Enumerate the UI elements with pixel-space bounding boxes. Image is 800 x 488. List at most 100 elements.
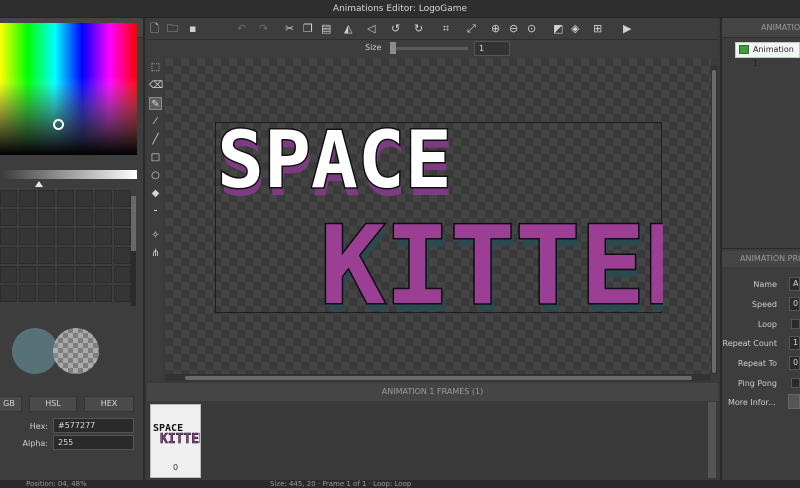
swatch[interactable] [38,190,55,207]
redo-icon[interactable]: ↷ [259,22,268,36]
size-slider-thumb[interactable] [390,42,396,54]
hsl-mode-button[interactable]: HSL [29,396,77,412]
swatch[interactable] [57,190,74,207]
swatch[interactable] [76,228,93,245]
zoom-reset-icon[interactable]: ⊙ [527,22,536,36]
ellipse-icon[interactable]: ○ [149,169,162,182]
magic-wand-icon[interactable]: ✧ [149,229,162,242]
alpha-input[interactable]: 255 [53,435,134,450]
size-input[interactable]: 1 [474,41,510,56]
swatch[interactable] [114,228,131,245]
swatch[interactable] [0,285,17,302]
swatch[interactable] [95,228,112,245]
fill-bucket-icon[interactable]: ◆ [149,187,162,200]
frame-thumbnail[interactable]: SPACE KITTEN 0 [150,404,207,478]
swatch[interactable] [38,266,55,283]
swatch[interactable] [95,266,112,283]
size-slider[interactable] [392,47,468,50]
ping-pong-toggle[interactable] [791,378,800,388]
swatch[interactable] [76,209,93,226]
swatch[interactable] [38,228,55,245]
swatch[interactable] [0,209,17,226]
swatch[interactable] [0,266,17,283]
name-input[interactable]: An [789,277,800,291]
swatch[interactable] [0,228,17,245]
canvas-horizontal-scroll-thumb[interactable] [185,376,692,380]
rotate-right-icon[interactable]: ↻ [414,22,423,36]
swatch[interactable] [57,285,74,302]
new-file-icon[interactable]: 🗋 [150,22,159,36]
swatch[interactable] [38,285,55,302]
swatch[interactable] [95,190,112,207]
brightness-slider[interactable] [0,170,137,179]
loop-toggle[interactable] [791,319,800,329]
flip-horizontal-icon[interactable]: ◭ [344,22,352,36]
swatch[interactable] [76,190,93,207]
paste-icon[interactable]: ▤ [321,22,331,36]
swatch[interactable] [38,209,55,226]
pivot-icon[interactable]: ⋔ [149,247,162,260]
save-icon[interactable]: ▪ [189,22,196,36]
swatch-scrollbar-thumb[interactable] [131,196,136,251]
zoom-in-icon[interactable]: ⊕ [491,22,500,36]
swatch[interactable] [19,285,36,302]
crop-icon[interactable]: ⌗ [443,22,449,36]
pencil-icon[interactable]: ✎ [149,97,162,110]
hex-input[interactable]: #577277 [53,418,134,433]
zoom-out-icon[interactable]: ⊖ [509,22,518,36]
undo-icon[interactable]: ↶ [237,22,246,36]
swatch[interactable] [19,247,36,264]
swatch[interactable] [57,228,74,245]
swatch[interactable] [57,209,74,226]
swatch[interactable] [19,266,36,283]
eyedropper-icon[interactable]: ⁃ [149,205,162,218]
color-picker-handle[interactable] [53,119,64,130]
swatch[interactable] [57,266,74,283]
eraser-icon[interactable]: ⌫ [149,79,163,92]
swatch[interactable] [19,228,36,245]
secondary-color-swatch[interactable] [53,328,99,374]
swatch[interactable] [114,190,131,207]
repeat-count-input[interactable]: 1 [789,336,800,350]
swatch[interactable] [95,247,112,264]
play-icon[interactable]: ▶ [623,22,631,36]
open-folder-icon[interactable]: 🗀 [167,22,178,36]
brush-icon[interactable]: ⁄ [149,115,162,128]
swatch[interactable] [57,247,74,264]
more-info-button[interactable] [788,394,800,409]
rgb-mode-button[interactable]: GB [0,396,22,412]
select-icon[interactable]: ⬚ [149,61,162,74]
rectangle-icon[interactable]: □ [149,151,162,164]
swatch[interactable] [95,285,112,302]
swatch[interactable] [114,209,131,226]
frames-scrollbar[interactable] [708,402,716,478]
flip-vertical-icon[interactable]: ◁ [367,22,375,36]
speed-input[interactable]: 0 [789,297,800,311]
layers-icon[interactable]: ◈ [571,22,579,36]
canvas-vertical-scroll-thumb[interactable] [712,70,716,373]
swatch[interactable] [19,209,36,226]
cut-icon[interactable]: ✂ [285,22,294,36]
swatch[interactable] [0,190,17,207]
swatch[interactable] [95,209,112,226]
rotate-left-icon[interactable]: ↺ [391,22,400,36]
swatch[interactable] [0,247,17,264]
hex-mode-button[interactable]: HEX [84,396,134,412]
swatch[interactable] [114,247,131,264]
color-spectrum[interactable] [0,23,137,155]
export-icon[interactable]: ◩ [553,22,563,36]
swatch[interactable] [76,285,93,302]
repeat-to-input[interactable]: 0 [789,356,800,370]
swatch[interactable] [38,247,55,264]
swatch[interactable] [19,190,36,207]
copy-icon[interactable]: ❐ [303,22,313,36]
swatch[interactable] [114,266,131,283]
primary-color-swatch[interactable] [12,328,58,374]
brightness-marker[interactable] [35,181,43,187]
grid-icon[interactable]: ⊞ [593,22,602,36]
line-icon[interactable]: ╱ [149,133,162,146]
swatch[interactable] [76,266,93,283]
swatch[interactable] [114,285,131,302]
resize-icon[interactable]: ⤢ [467,22,476,36]
swatch[interactable] [76,247,93,264]
